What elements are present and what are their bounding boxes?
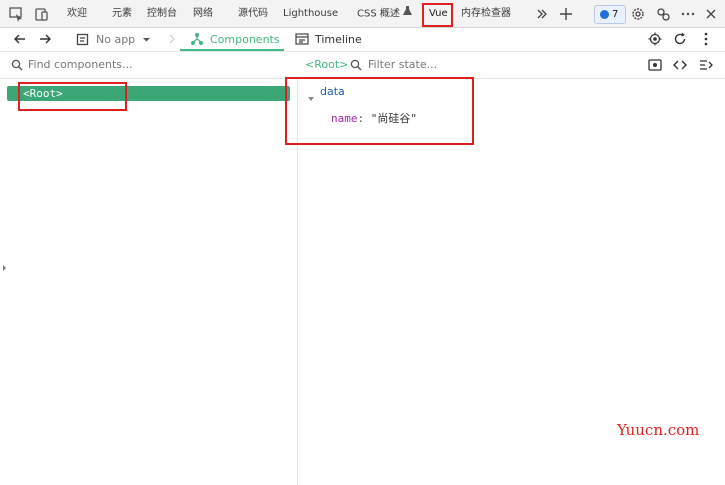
chevron-down-icon[interactable] (137, 30, 155, 48)
device-toggle-icon[interactable] (32, 5, 50, 23)
highlight-state-data (285, 77, 474, 145)
highlight-vue-tab (422, 3, 453, 27)
add-tab-icon[interactable] (557, 5, 575, 23)
app-select[interactable]: No app (96, 28, 135, 51)
tab-memory-inspector[interactable]: 内存检查器 (461, 0, 511, 27)
active-tab-underline (180, 49, 284, 51)
tab-sources[interactable]: 源代码 (238, 0, 268, 27)
tab-elements[interactable]: 元素 (112, 0, 132, 27)
settings-icon[interactable] (629, 5, 647, 23)
find-components-input[interactable]: Find components... (28, 52, 132, 78)
search-icon (8, 56, 26, 74)
close-icon[interactable] (702, 5, 720, 23)
component-tree-panel (0, 79, 298, 485)
target-icon[interactable] (646, 30, 664, 48)
vue-toolbar: No app Components Timeline (0, 28, 725, 52)
state-breadcrumb[interactable]: <Root> (305, 52, 348, 78)
more-options-icon[interactable] (679, 5, 697, 23)
tab-console[interactable]: 控制台 (147, 0, 177, 27)
separator-chevron-icon (163, 30, 181, 48)
back-arrow-icon[interactable] (11, 30, 29, 48)
tab-welcome[interactable]: 欢迎 (67, 0, 87, 27)
highlight-root-node (18, 82, 127, 111)
inspect-icon[interactable] (7, 5, 25, 23)
tab-css-overview[interactable]: CSS 概述 (357, 0, 413, 27)
tab-timeline[interactable]: Timeline (315, 28, 362, 51)
forward-arrow-icon[interactable] (36, 30, 54, 48)
devtools-tab-bar: 欢迎 元素 控制台 网络 源代码 Lighthouse CSS 概述 Vue 内… (0, 0, 725, 28)
issues-badge[interactable]: 7 (594, 5, 626, 24)
more-vertical-icon[interactable] (697, 30, 715, 48)
tab-css-overview-label: CSS 概述 (357, 8, 400, 20)
filter-search-icon (347, 56, 365, 74)
timeline-icon (293, 30, 311, 48)
app-icon (73, 30, 91, 48)
customize-icon[interactable] (654, 5, 672, 23)
search-row: Find components... <Root> Filter state..… (0, 52, 725, 79)
expand-icon[interactable] (697, 56, 715, 74)
filter-state-input[interactable]: Filter state... (368, 52, 437, 78)
issues-icon (600, 10, 609, 19)
sidebar-toggle-icon[interactable] (0, 259, 8, 277)
tab-network[interactable]: 网络 (193, 0, 213, 27)
refresh-icon[interactable] (671, 30, 689, 48)
watermark: Yuucn.com (617, 421, 700, 439)
tab-components[interactable]: Components (210, 28, 280, 51)
more-tabs-icon[interactable] (533, 5, 551, 23)
code-icon[interactable] (671, 56, 689, 74)
flask-icon (403, 0, 413, 27)
scroll-to-component-icon[interactable] (646, 56, 664, 74)
tab-lighthouse[interactable]: Lighthouse (283, 0, 338, 27)
components-icon (188, 30, 206, 48)
issues-count: 7 (612, 9, 619, 20)
